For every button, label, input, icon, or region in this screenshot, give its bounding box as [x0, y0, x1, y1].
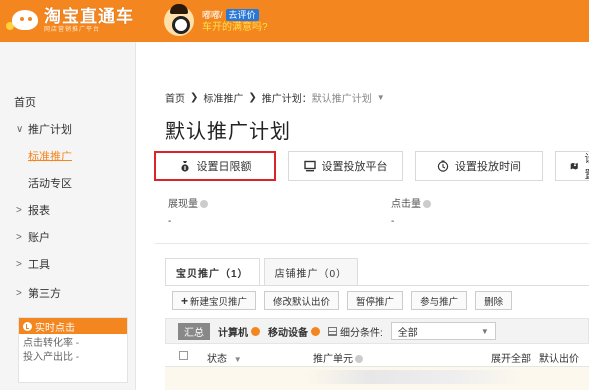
set-daily-budget-button[interactable]: 设置日限额: [154, 151, 276, 181]
clicks-value: -: [391, 216, 395, 227]
monitor-icon: [303, 160, 316, 172]
detail-select[interactable]: 全部 ▼: [390, 322, 496, 340]
breadcrumb-current[interactable]: 推广计划：默认推广计划: [262, 90, 372, 105]
caret-down-icon: ▼: [233, 355, 242, 364]
money-bag-icon: [180, 161, 189, 172]
info-dot-icon: [251, 326, 260, 336]
chevron-right-icon: >: [16, 258, 22, 270]
computer-filter[interactable]: 计算机: [218, 324, 260, 339]
logo-subtitle: 网店营销推广平台: [44, 27, 101, 33]
metrics-panel: 展现量 - 点击量 -: [165, 195, 589, 237]
detail-filter: 细分条件:: [328, 324, 383, 339]
clock-icon: [437, 160, 449, 172]
tabs-underline: [165, 285, 589, 286]
driver-avatar-icon: [160, 4, 198, 38]
chevron-down-icon: ∨: [16, 123, 24, 135]
rating-promo[interactable]: 嘟嘟/ 去评价 车开的满意吗?: [160, 2, 268, 40]
tab-item-promotion[interactable]: 宝贝推广（1）: [165, 258, 260, 286]
roi: 投入产出比 -: [23, 352, 80, 363]
realtime-title: 实时点击: [35, 322, 75, 334]
modify-default-bid-button[interactable]: 修改默认出价: [264, 291, 340, 310]
sidebar-item-campaigns[interactable]: ∨ 推广计划: [16, 121, 72, 137]
blurred-content: [305, 370, 525, 384]
divider: [155, 243, 589, 244]
col-unit: 推广单元: [313, 350, 363, 365]
pause-button[interactable]: 暂停推广: [347, 291, 404, 310]
new-item-promotion-button[interactable]: + 新建宝贝推广: [172, 291, 257, 310]
sidebar-item-home[interactable]: 首页: [14, 94, 36, 110]
expand-all-link[interactable]: 展开全部: [491, 350, 531, 365]
logo-title: 淘宝直通车: [44, 7, 134, 26]
metric-clicks: 点击量 -: [391, 195, 431, 227]
set-region-button[interactable]: 设置: [555, 151, 589, 181]
conversion-rate: 点击转化率 -: [23, 338, 80, 349]
active-underline: [28, 160, 72, 161]
mascot-icon: [6, 8, 42, 34]
promotion-tabs: 宝贝推广（1） 店铺推广（0）: [165, 258, 362, 286]
caret-down-icon[interactable]: ▼: [377, 93, 385, 102]
sidebar-item-activities[interactable]: 活动专区: [28, 175, 72, 191]
sidebar-item-third-party[interactable]: > 第三方: [16, 285, 61, 301]
page-title: 默认推广计划: [165, 121, 291, 143]
breadcrumb: 首页 ❯ 标准推广 ❯ 推广计划：默认推广计划 ▼: [165, 90, 385, 105]
col-default-bid: 默认出价: [539, 354, 579, 365]
rate-button[interactable]: 去评价: [225, 8, 259, 21]
sidebar-item-account[interactable]: > 账户: [16, 229, 50, 245]
info-dot-icon: [311, 326, 320, 336]
promo-greeting: 嘟嘟/: [202, 9, 223, 20]
chevron-right-icon: ❯: [248, 92, 257, 103]
sidebar: 首页 ∨ 推广计划 标准推广 活动专区 > 报表 > 账户 > 工具 > 第三方…: [0, 42, 136, 390]
sidebar-item-standard[interactable]: 标准推广: [28, 148, 72, 164]
realtime-clicks-panel: 实时点击 点击转化率 - 投入产出比 -: [18, 317, 128, 383]
clock-icon: [23, 321, 32, 331]
join-promotion-button[interactable]: 参与推广: [411, 291, 468, 310]
set-schedule-button[interactable]: 设置投放时间: [415, 151, 543, 181]
mobile-filter[interactable]: 移动设备: [268, 324, 320, 339]
caret-down-icon: ▼: [480, 326, 489, 336]
chevron-right-icon: >: [16, 287, 22, 299]
help-icon[interactable]: [355, 355, 363, 364]
sidebar-item-tools[interactable]: > 工具: [16, 256, 50, 272]
table-header: 状态 ▼ 推广单元 展开全部 默认出价: [165, 345, 589, 367]
select-all-checkbox[interactable]: [179, 351, 188, 360]
breadcrumb-home[interactable]: 首页: [165, 90, 185, 105]
chevron-right-icon: >: [16, 231, 22, 243]
tab-shop-promotion[interactable]: 店铺推广（0）: [263, 258, 359, 286]
promo-question: 车开的满意吗?: [202, 21, 268, 33]
summary-toggle[interactable]: 汇总: [178, 322, 210, 340]
grid-icon: [328, 326, 337, 336]
sidebar-item-reports[interactable]: > 报表: [16, 202, 50, 218]
plus-icon: +: [181, 293, 189, 308]
help-icon[interactable]: [423, 200, 431, 209]
breadcrumb-standard[interactable]: 标准推广: [203, 90, 243, 105]
filter-bar: 汇总 计算机 移动设备 细分条件: 全部 ▼: [165, 318, 589, 344]
logo[interactable]: 淘宝直通车 网店营销推广平台: [6, 6, 134, 36]
chevron-right-icon: ❯: [190, 92, 199, 103]
set-platform-button[interactable]: 设置投放平台: [288, 151, 403, 181]
chevron-right-icon: >: [16, 204, 22, 216]
top-bar: 淘宝直通车 网店营销推广平台 嘟嘟/ 去评价 车开的满意吗?: [0, 0, 589, 42]
impressions-value: -: [168, 216, 172, 227]
help-icon[interactable]: [200, 200, 208, 209]
delete-button[interactable]: 删除: [475, 291, 513, 310]
action-bar: + 新建宝贝推广 修改默认出价 暂停推广 参与推广 删除: [172, 291, 513, 310]
toolbar: 设置日限额 设置投放平台 设置投放时间 设置: [154, 151, 589, 181]
col-status[interactable]: 状态 ▼: [207, 350, 242, 365]
metric-impressions: 展现量 -: [168, 195, 208, 227]
map-pin-icon: [570, 162, 578, 170]
